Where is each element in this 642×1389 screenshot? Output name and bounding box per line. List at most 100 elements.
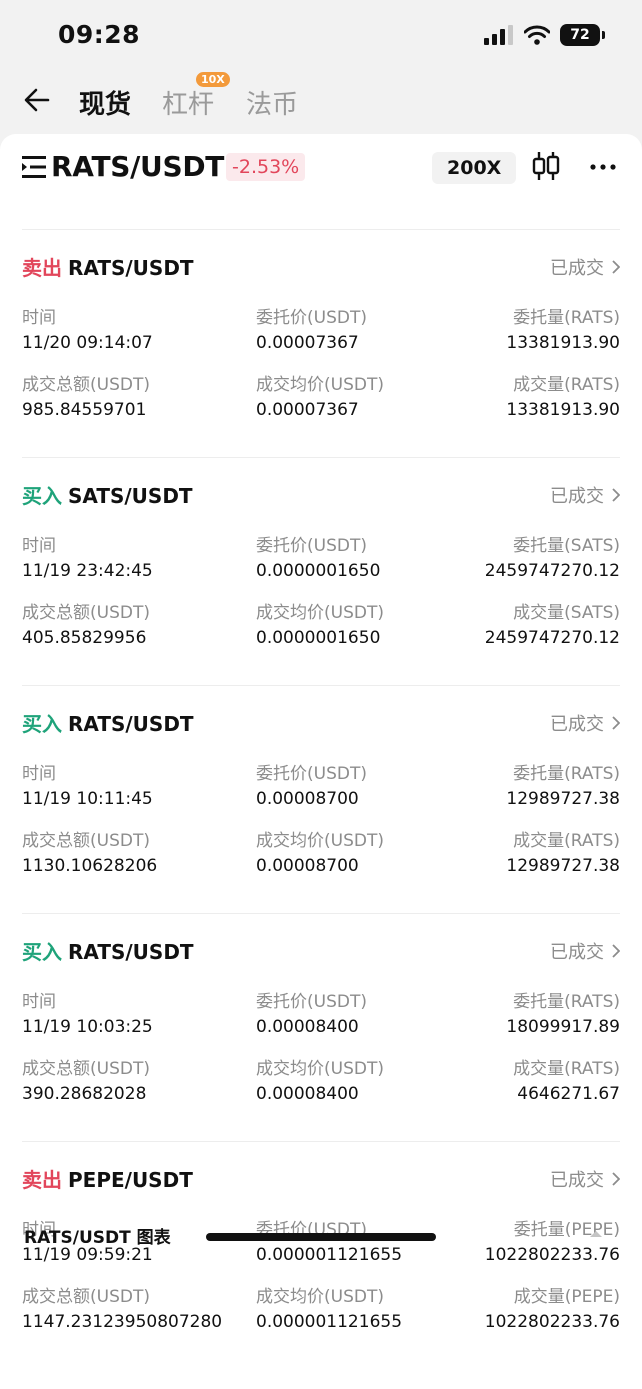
value-avg-price: 0.00008400	[256, 1084, 359, 1104]
orders-sheet: RATS/USDT -2.53% 200X 卖出 RATS/USDT 已成交 时间…	[0, 134, 642, 1389]
tab-spot[interactable]: 现货	[79, 84, 131, 121]
chevron-right-icon	[612, 1172, 620, 1186]
order-side: 买入	[22, 940, 62, 964]
label-order-price: 委托价(USDT)	[256, 764, 367, 784]
label-filled-total: 成交总额(USDT)	[22, 375, 150, 395]
collapse-icon[interactable]	[590, 1231, 602, 1237]
value-filled-total: 985.84559701	[22, 400, 147, 420]
order-pair: RATS/USDT	[68, 256, 194, 280]
leverage-button[interactable]: 200X	[432, 152, 517, 184]
label-filled-amount: 成交量(RATS)	[513, 831, 620, 851]
value-filled-total: 1147.23123950807280	[22, 1312, 223, 1332]
value-filled-amount: 12989727.38	[506, 856, 620, 876]
value-order-amount: 13381913.90	[506, 333, 620, 353]
order-status[interactable]: 已成交	[550, 482, 620, 508]
value-avg-price: 0.00007367	[256, 400, 359, 420]
tab-margin[interactable]: 杠杆	[162, 84, 214, 121]
value-filled-total: 1130.10628206	[22, 856, 158, 876]
order-status-label: 已成交	[550, 258, 604, 279]
chart-footer-title: RATS/USDT 图表	[24, 1228, 171, 1248]
label-filled-amount: 成交量(RATS)	[513, 1059, 620, 1079]
label-avg-price: 成交均价(USDT)	[256, 603, 384, 623]
value-time: 11/19 23:42:45	[22, 561, 153, 581]
order-card[interactable]: 买入 SATS/USDT 已成交 时间 委托价(USDT) 委托量(SATS) 1…	[22, 457, 620, 685]
label-order-price: 委托价(USDT)	[256, 308, 367, 328]
label-avg-price: 成交均价(USDT)	[256, 1287, 384, 1307]
order-side: 卖出	[22, 256, 62, 280]
pair-header: RATS/USDT -2.53% 200X	[0, 134, 642, 198]
order-status[interactable]: 已成交	[550, 938, 620, 964]
value-avg-price: 0.0000001650	[256, 628, 381, 648]
value-time: 11/19 10:03:25	[22, 1017, 153, 1037]
label-filled-total: 成交总额(USDT)	[22, 603, 150, 623]
back-arrow-icon[interactable]	[22, 85, 52, 115]
order-card[interactable]: 卖出 PEPE/USDT 已成交 时间 委托价(USDT) 委托量(PEPE) 1…	[22, 1141, 620, 1369]
order-pair: SATS/USDT	[68, 484, 193, 508]
top-nav: 现货 杠杆 10X 法币	[0, 72, 642, 132]
price-change-badge: -2.53%	[226, 153, 306, 181]
order-pair: RATS/USDT	[68, 940, 194, 964]
chevron-right-icon	[612, 260, 620, 274]
home-indicator[interactable]	[206, 1233, 436, 1241]
order-status-label: 已成交	[550, 714, 604, 735]
order-card[interactable]: 卖出 RATS/USDT 已成交 时间 委托价(USDT) 委托量(RATS) 1…	[22, 229, 620, 457]
more-icon[interactable]	[590, 164, 616, 170]
order-side: 买入	[22, 712, 62, 736]
chevron-right-icon	[612, 944, 620, 958]
battery-icon: 72	[560, 24, 605, 46]
value-order-price: 0.0000001650	[256, 561, 381, 581]
label-avg-price: 成交均价(USDT)	[256, 1059, 384, 1079]
battery-level: 72	[570, 27, 590, 43]
order-card[interactable]: 买入 RATS/USDT 已成交 时间 委托价(USDT) 委托量(RATS) 1…	[22, 685, 620, 913]
label-order-amount: 委托量(RATS)	[513, 764, 620, 784]
label-order-amount: 委托量(RATS)	[513, 992, 620, 1012]
leverage-badge: 10X	[196, 72, 230, 87]
signal-icon	[484, 25, 513, 45]
pair-name[interactable]: RATS/USDT	[51, 150, 224, 183]
order-title: 买入 RATS/USDT	[22, 708, 194, 737]
label-avg-price: 成交均价(USDT)	[256, 375, 384, 395]
value-filled-amount: 2459747270.12	[484, 628, 620, 648]
value-filled-total: 390.28682028	[22, 1084, 147, 1104]
status-time: 09:28	[58, 20, 141, 49]
value-filled-amount: 13381913.90	[506, 400, 620, 420]
label-filled-amount: 成交量(PEPE)	[513, 1287, 620, 1307]
order-side: 卖出	[22, 1168, 62, 1192]
value-filled-total: 405.85829956	[22, 628, 147, 648]
label-filled-total: 成交总额(USDT)	[22, 1287, 150, 1307]
order-title: 卖出 PEPE/USDT	[22, 1164, 193, 1193]
value-order-amount: 2459747270.12	[484, 561, 620, 581]
label-order-price: 委托价(USDT)	[256, 992, 367, 1012]
tab-fiat[interactable]: 法币	[246, 84, 298, 121]
value-filled-amount: 4646271.67	[517, 1084, 620, 1104]
order-status-label: 已成交	[550, 1170, 604, 1191]
order-status[interactable]: 已成交	[550, 254, 620, 280]
value-order-amount: 12989727.38	[506, 789, 620, 809]
order-title: 卖出 RATS/USDT	[22, 252, 194, 281]
label-filled-amount: 成交量(RATS)	[513, 375, 620, 395]
order-pair: PEPE/USDT	[68, 1168, 193, 1192]
value-time: 11/20 09:14:07	[22, 333, 153, 353]
order-status-label: 已成交	[550, 486, 604, 507]
label-filled-total: 成交总额(USDT)	[22, 1059, 150, 1079]
status-bar: 09:28 72	[0, 0, 642, 72]
order-status[interactable]: 已成交	[550, 710, 620, 736]
order-card[interactable]: 买入 RATS/USDT 已成交 时间 委托价(USDT) 委托量(RATS) 1…	[22, 913, 620, 1141]
label-order-price: 委托价(USDT)	[256, 536, 367, 556]
value-avg-price: 0.000001121655	[256, 1312, 403, 1332]
label-filled-total: 成交总额(USDT)	[22, 831, 150, 851]
label-order-amount: 委托量(SATS)	[513, 536, 620, 556]
wifi-icon	[524, 25, 550, 45]
chevron-right-icon	[612, 716, 620, 730]
candlestick-icon[interactable]	[532, 151, 560, 181]
label-time: 时间	[22, 764, 56, 784]
status-icons: 72	[484, 24, 605, 46]
label-time: 时间	[22, 308, 56, 328]
menu-icon[interactable]	[22, 156, 48, 178]
value-avg-price: 0.00008700	[256, 856, 359, 876]
label-filled-amount: 成交量(SATS)	[513, 603, 620, 623]
value-time: 11/19 10:11:45	[22, 789, 153, 809]
value-order-price: 0.00007367	[256, 333, 359, 353]
order-title: 买入 RATS/USDT	[22, 936, 194, 965]
order-status[interactable]: 已成交	[550, 1166, 620, 1192]
